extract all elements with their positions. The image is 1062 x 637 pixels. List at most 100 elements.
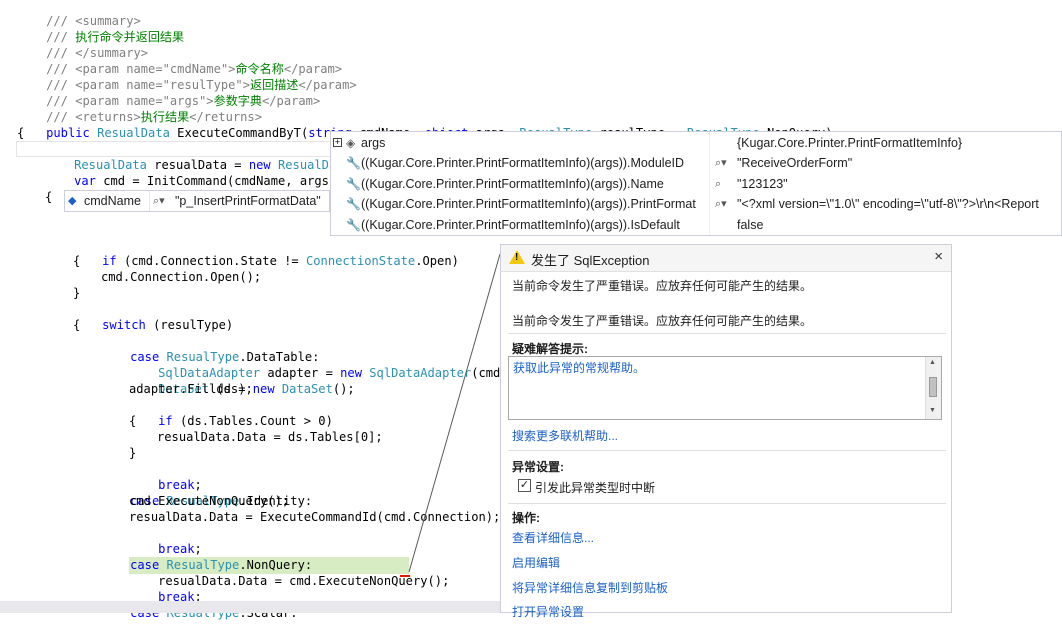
code-text: resualData.Data = ExecuteCommandId(cmd.C… [129, 510, 501, 524]
magnifier-icon[interactable]: ⌕▾ [715, 194, 727, 214]
type-name: DataSet [281, 382, 333, 396]
method-name: ExecuteCommandByT( [169, 126, 309, 140]
keyword: switch [102, 318, 146, 332]
brace: { [17, 126, 25, 140]
code-line: /// <param name="cmdName">命令名称</param> [17, 45, 342, 76]
code-line: try [45, 173, 96, 204]
magnifier-icon[interactable]: ⌕▾ [153, 191, 165, 211]
magnifier-icon[interactable]: ⌕▾ [715, 153, 727, 173]
code-line: adapter.Fill(ds); [129, 381, 253, 397]
code-line: resualData.Data = ExecuteCommandId(cmd.C… [129, 509, 500, 525]
scroll-thumb[interactable] [929, 377, 937, 397]
keyword: new [252, 382, 275, 396]
code-line: break; [129, 525, 202, 556]
code-line: if (ds.Tables.Count > 0) [129, 397, 333, 428]
datatip-panel[interactable]: + ◈ args {Kugar.Core.Printer.PrintFormat… [330, 131, 1062, 236]
code-line: case ResualType.Identity: [101, 477, 312, 508]
troubleshooting-heading: 疑难解答提示: [512, 342, 588, 356]
datatip-row[interactable]: + ◈ args {Kugar.Core.Printer.PrintFormat… [331, 133, 1061, 153]
exception-title: 发生了 SqlException [531, 253, 650, 268]
break-on-exception-label: 引发此异常类型时中断 [535, 481, 656, 495]
datatip-value[interactable]: "123123" [737, 174, 1062, 194]
code-line: { [73, 317, 80, 333]
divider [508, 503, 946, 504]
exception-header: ! 发生了 SqlException × [501, 245, 951, 272]
close-icon[interactable]: × [934, 248, 943, 265]
field-icon: ◆ [68, 195, 77, 207]
cmdname-datatip[interactable]: ◆ cmdName ⌕▾ "p_InsertPrintFormatData" [64, 190, 330, 212]
dropdown-icon[interactable]: ▾ [721, 157, 727, 169]
code-text: (ds.Tables.Count > 0) [172, 414, 333, 428]
datatip-name: ((Kugar.Core.Printer.PrintFormatItemInfo… [361, 177, 664, 191]
code-line: { [45, 189, 52, 205]
horizontal-scrollbar[interactable] [0, 601, 500, 613]
search-online-help-link[interactable]: 搜索更多联机帮助... [512, 427, 618, 444]
datatip-column-separator [149, 191, 150, 211]
code-line: var cmd = InitCommand(cmdName, args); [45, 157, 343, 188]
code-line: cmd.Connection.Open(); [101, 269, 261, 285]
exception-message: 当前命令发生了严重错误。应放弃任何可能产生的结果。 [512, 314, 813, 328]
datatip-name: ((Kugar.Core.Printer.PrintFormatItemInfo… [361, 156, 685, 170]
code-line: /// <summary> [17, 0, 141, 28]
break-on-exception-checkbox[interactable]: ✓ [518, 479, 531, 492]
datatip-name: ((Kugar.Core.Printer.PrintFormatItemInfo… [361, 197, 696, 211]
datatip-name: args [361, 136, 386, 150]
datatip-row[interactable]: 🔧 ((Kugar.Core.Printer.PrintFormatItemIn… [331, 194, 1061, 214]
keyword: if [158, 414, 173, 428]
code-line: { [129, 413, 136, 429]
datatip-value[interactable]: "<?xml version=\"1.0\" encoding=\"utf-8\… [737, 194, 1062, 214]
code-line: case ResualType.NonQuery: [101, 541, 312, 572]
code-line: ResualData resualData = new ResualData()… [45, 141, 373, 172]
code-line: if (cmd.Connection.State != ConnectionSt… [73, 237, 459, 268]
expand-icon[interactable]: + [333, 138, 342, 147]
brace: { [73, 254, 81, 268]
brace: { [73, 318, 81, 332]
keyword: if [102, 254, 117, 268]
scroll-up-icon[interactable]: ▲ [929, 359, 936, 366]
dropdown-icon[interactable]: ▾ [159, 195, 165, 207]
code-text: adapter.Fill(ds); [129, 382, 253, 396]
dropdown-icon[interactable]: ▾ [721, 198, 727, 210]
field-icon: ◈ [346, 136, 356, 150]
code-line: { [17, 125, 24, 141]
datatip-row[interactable]: 🔧 ((Kugar.Core.Printer.PrintFormatItemIn… [331, 215, 1061, 235]
datatip-name: ((Kugar.Core.Printer.PrintFormatItemInfo… [361, 218, 680, 232]
troubleshooting-tip-link[interactable]: 获取此异常的常规帮助。 [513, 359, 645, 376]
code-text: (resulType) [145, 318, 234, 332]
code-line: break; [129, 461, 202, 492]
code-line: /// <returns>执行结果</returns> [17, 93, 262, 124]
keyword: public [46, 126, 98, 140]
troubleshooting-tips-box[interactable]: 获取此异常的常规帮助。 ▲ ▼ [508, 356, 942, 420]
open-exception-settings-link[interactable]: 打开异常设置 [512, 603, 584, 620]
brace: } [129, 446, 137, 460]
datatip-row[interactable]: 🔧 ((Kugar.Core.Printer.PrintFormatItemIn… [331, 174, 1061, 194]
datatip-name: cmdName [84, 194, 141, 208]
view-details-link[interactable]: 查看详细信息... [512, 529, 594, 546]
copy-exception-details-link[interactable]: 将异常详细信息复制到剪贴板 [512, 579, 668, 596]
code-line: /// <param name="resulType">返回描述</param> [17, 61, 357, 92]
magnifier-icon[interactable]: ⌕ [715, 174, 721, 194]
wrench-icon: 🔧 [346, 177, 361, 191]
current-statement[interactable]: resualData.Data = cmd.ExecuteNonQuery(); [129, 557, 449, 588]
datatip-value[interactable]: "ReceiveOrderForm" [737, 153, 1062, 173]
wrench-icon: 🔧 [346, 197, 361, 211]
wrench-icon: 🔧 [346, 156, 361, 170]
code-line: case ResualType.DataTable: [101, 333, 319, 364]
scroll-down-icon[interactable]: ▼ [929, 407, 936, 414]
divider [508, 333, 946, 334]
tips-scrollbar[interactable]: ▲ ▼ [925, 357, 941, 419]
code-line: break; [129, 573, 202, 604]
code-text: cmd.Connection.Open(); [101, 270, 262, 284]
exception-settings-heading: 异常设置: [512, 460, 564, 474]
warning-icon-mark: ! [515, 252, 519, 263]
code-line: } [129, 445, 136, 461]
datatip-value[interactable]: false [737, 215, 1062, 235]
datatip-value[interactable]: {Kugar.Core.Printer.PrintFormatItemInfo} [737, 133, 1062, 153]
brace: { [129, 414, 137, 428]
datatip-row[interactable]: 🔧 ((Kugar.Core.Printer.PrintFormatItemIn… [331, 153, 1061, 173]
enable-editing-link[interactable]: 启用编辑 [512, 554, 560, 571]
code-line: } [73, 285, 80, 301]
datatip-value[interactable]: "p_InsertPrintFormatData" [175, 191, 321, 211]
code-line: DataSet ds = new DataSet(); [129, 365, 355, 396]
exception-helper[interactable]: ! 发生了 SqlException × 当前命令发生了严重错误。应放弃任何可能… [500, 244, 952, 619]
